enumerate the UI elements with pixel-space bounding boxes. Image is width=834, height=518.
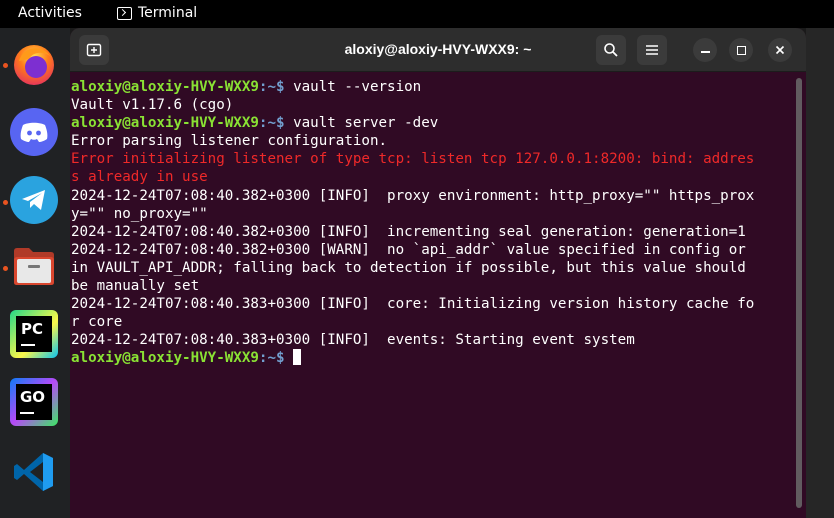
scrollbar[interactable]: [796, 78, 802, 508]
output-text: Vault v1.17.6 (cgo): [71, 97, 234, 114]
output-line: in VAULT_API_ADDR; falling back to detec…: [71, 259, 806, 277]
prompt-line: aloxiy@aloxiy-HVY-WXX9:~$: [71, 349, 806, 367]
app-name: Terminal: [138, 5, 198, 21]
dock-item-telegram[interactable]: [10, 176, 60, 226]
firefox-icon: [10, 40, 58, 88]
command-text: vault server -dev: [284, 115, 439, 132]
output-text: 2024-12-24T07:08:40.383+0300 [INFO] even…: [71, 332, 635, 349]
prompt-user: aloxiy@aloxiy-HVY-WXX9: [71, 350, 259, 367]
output-line: be manually set: [71, 277, 806, 295]
output-text: 2024-12-24T07:08:40.382+0300 [INFO] incr…: [71, 223, 746, 240]
maximize-icon: [736, 45, 746, 55]
search-icon: [604, 43, 618, 57]
output-text: in VAULT_API_ADDR; falling back to detec…: [71, 259, 746, 276]
output-line: 2024-12-24T07:08:40.383+0300 [INFO] core…: [71, 295, 806, 313]
error-text: s already in use: [71, 169, 208, 186]
error-line: Error initializing listener of type tcp:…: [71, 150, 806, 168]
running-indicator: [3, 266, 8, 271]
running-indicator: [3, 200, 8, 205]
output-line: y="" no_proxy="": [71, 205, 806, 223]
output-line: r core: [71, 313, 806, 331]
terminal-output[interactable]: aloxiy@aloxiy-HVY-WXX9:~$ vault --versio…: [70, 72, 806, 518]
prompt-path: :~$: [258, 350, 285, 367]
prompt-path: :~$: [258, 115, 285, 132]
menu-button[interactable]: [637, 35, 667, 65]
pycharm-icon: PC: [10, 310, 58, 358]
activities-button[interactable]: Activities: [18, 5, 82, 21]
prompt-path: :~$: [258, 79, 285, 95]
dock-item-discord[interactable]: [10, 108, 60, 158]
output-line: 2024-12-24T07:08:40.382+0300 [INFO] prox…: [71, 187, 806, 205]
dock-item-files[interactable]: [10, 242, 60, 292]
dock-item-firefox[interactable]: [10, 40, 60, 90]
minimize-icon: [700, 51, 710, 53]
output-text: y="" no_proxy="": [71, 205, 208, 222]
header-bar: aloxiy@aloxiy-HVY-WXX9: ~: [70, 28, 806, 72]
minimize-button[interactable]: [693, 38, 717, 62]
command-text: vault --version: [284, 79, 422, 95]
terminal-icon: [117, 6, 132, 20]
output-line: 2024-12-24T07:08:40.382+0300 [WARN] no `…: [71, 241, 806, 259]
prompt-user: aloxiy@aloxiy-HVY-WXX9: [71, 115, 259, 132]
goland-label: GO: [20, 388, 46, 406]
desktop-background: [806, 28, 834, 518]
top-bar: Activities Terminal: [0, 0, 834, 28]
terminal-window: aloxiy@aloxiy-HVY-WXX9: ~ aloxiy@aloxiy-…: [70, 28, 806, 518]
command-text: [285, 350, 294, 366]
folder-icon: [10, 242, 58, 290]
error-text: Error initializing listener of type tcp:…: [71, 151, 755, 168]
telegram-icon: [10, 176, 58, 224]
prompt-user: aloxiy@aloxiy-HVY-WXX9: [71, 79, 259, 95]
error-line: s already in use: [71, 168, 806, 186]
output-line: 2024-12-24T07:08:40.382+0300 [INFO] incr…: [71, 223, 806, 241]
goland-icon: GO: [10, 378, 58, 426]
output-text: Error parsing listener configuration.: [71, 133, 388, 150]
prompt-line: aloxiy@aloxiy-HVY-WXX9:~$ vault server -…: [71, 114, 806, 132]
dock: PC GO: [0, 28, 70, 518]
maximize-button[interactable]: [729, 38, 753, 62]
vscode-icon: [10, 448, 58, 496]
hamburger-icon: [646, 45, 658, 55]
dock-item-vscode[interactable]: [10, 448, 60, 498]
output-line: Vault v1.17.6 (cgo): [71, 96, 806, 114]
close-icon: [775, 45, 785, 55]
text-cursor: [293, 349, 302, 366]
output-text: r core: [71, 314, 123, 331]
running-indicator: [3, 63, 8, 68]
discord-icon: [10, 108, 58, 156]
search-button[interactable]: [596, 35, 626, 65]
close-button[interactable]: [768, 38, 792, 62]
prompt-line: aloxiy@aloxiy-HVY-WXX9:~$ vault --versio…: [71, 78, 806, 96]
output-line: 2024-12-24T07:08:40.383+0300 [INFO] even…: [71, 331, 806, 349]
output-text: be manually set: [71, 278, 200, 295]
output-text: 2024-12-24T07:08:40.382+0300 [WARN] no `…: [71, 241, 746, 258]
dock-item-pycharm[interactable]: PC: [10, 310, 60, 360]
app-menu[interactable]: Terminal: [117, 5, 197, 21]
output-line: Error parsing listener configuration.: [71, 132, 806, 150]
output-text: 2024-12-24T07:08:40.383+0300 [INFO] core…: [71, 296, 755, 313]
pycharm-label: PC: [21, 320, 44, 338]
output-text: 2024-12-24T07:08:40.382+0300 [INFO] prox…: [71, 187, 755, 204]
dock-item-goland[interactable]: GO: [10, 378, 60, 428]
